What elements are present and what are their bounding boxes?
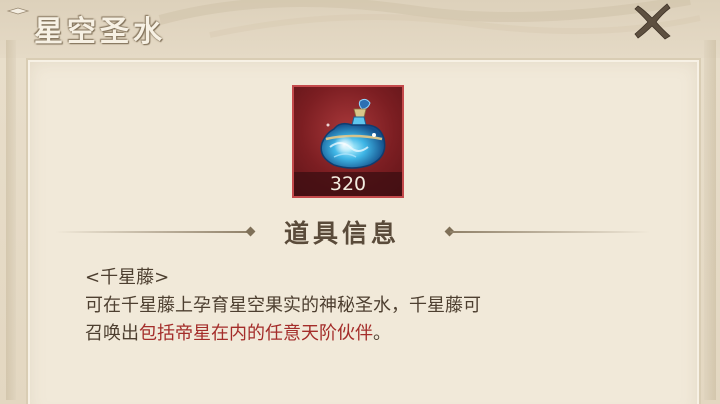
section-divider-left: [55, 231, 251, 233]
section-title-item-info: 道具信息: [284, 219, 401, 248]
item-info-dialog: 星空圣水 320 道具信息 <千星藤> 可在千星藤上孕育星空果实的神秘圣水，千星…: [0, 0, 720, 404]
header-swirl-decoration: [158, 0, 701, 38]
section-divider-right: [450, 231, 650, 233]
description-line-2: 召唤出包括帝星在内的任意天阶伙伴。: [85, 320, 645, 348]
description-line-2-suffix: 。: [373, 323, 391, 344]
close-button[interactable]: [630, 0, 674, 42]
item-count: 320: [329, 173, 367, 195]
description-highlight: 包括帝星在内的任意天阶伙伴: [139, 323, 373, 344]
dialog-header: 星空圣水: [0, 0, 720, 58]
item-name-tag: <千星藤>: [85, 267, 170, 288]
right-border-decoration: [704, 40, 716, 400]
left-border-decoration: [6, 40, 16, 400]
description-line-2-prefix: 召唤出: [85, 323, 139, 344]
holy-water-bottle-icon: [320, 98, 386, 169]
close-x-icon: [634, 3, 671, 40]
header-ornament-icon: [6, 7, 30, 15]
description-line-1: 可在千星藤上孕育星空果实的神秘圣水，千星藤可: [85, 295, 481, 316]
dialog-title: 星空圣水: [34, 14, 167, 48]
item-slot[interactable]: 320: [292, 85, 404, 198]
item-description: <千星藤> 可在千星藤上孕育星空果实的神秘圣水，千星藤可 召唤出包括帝星在内的任…: [85, 264, 645, 348]
